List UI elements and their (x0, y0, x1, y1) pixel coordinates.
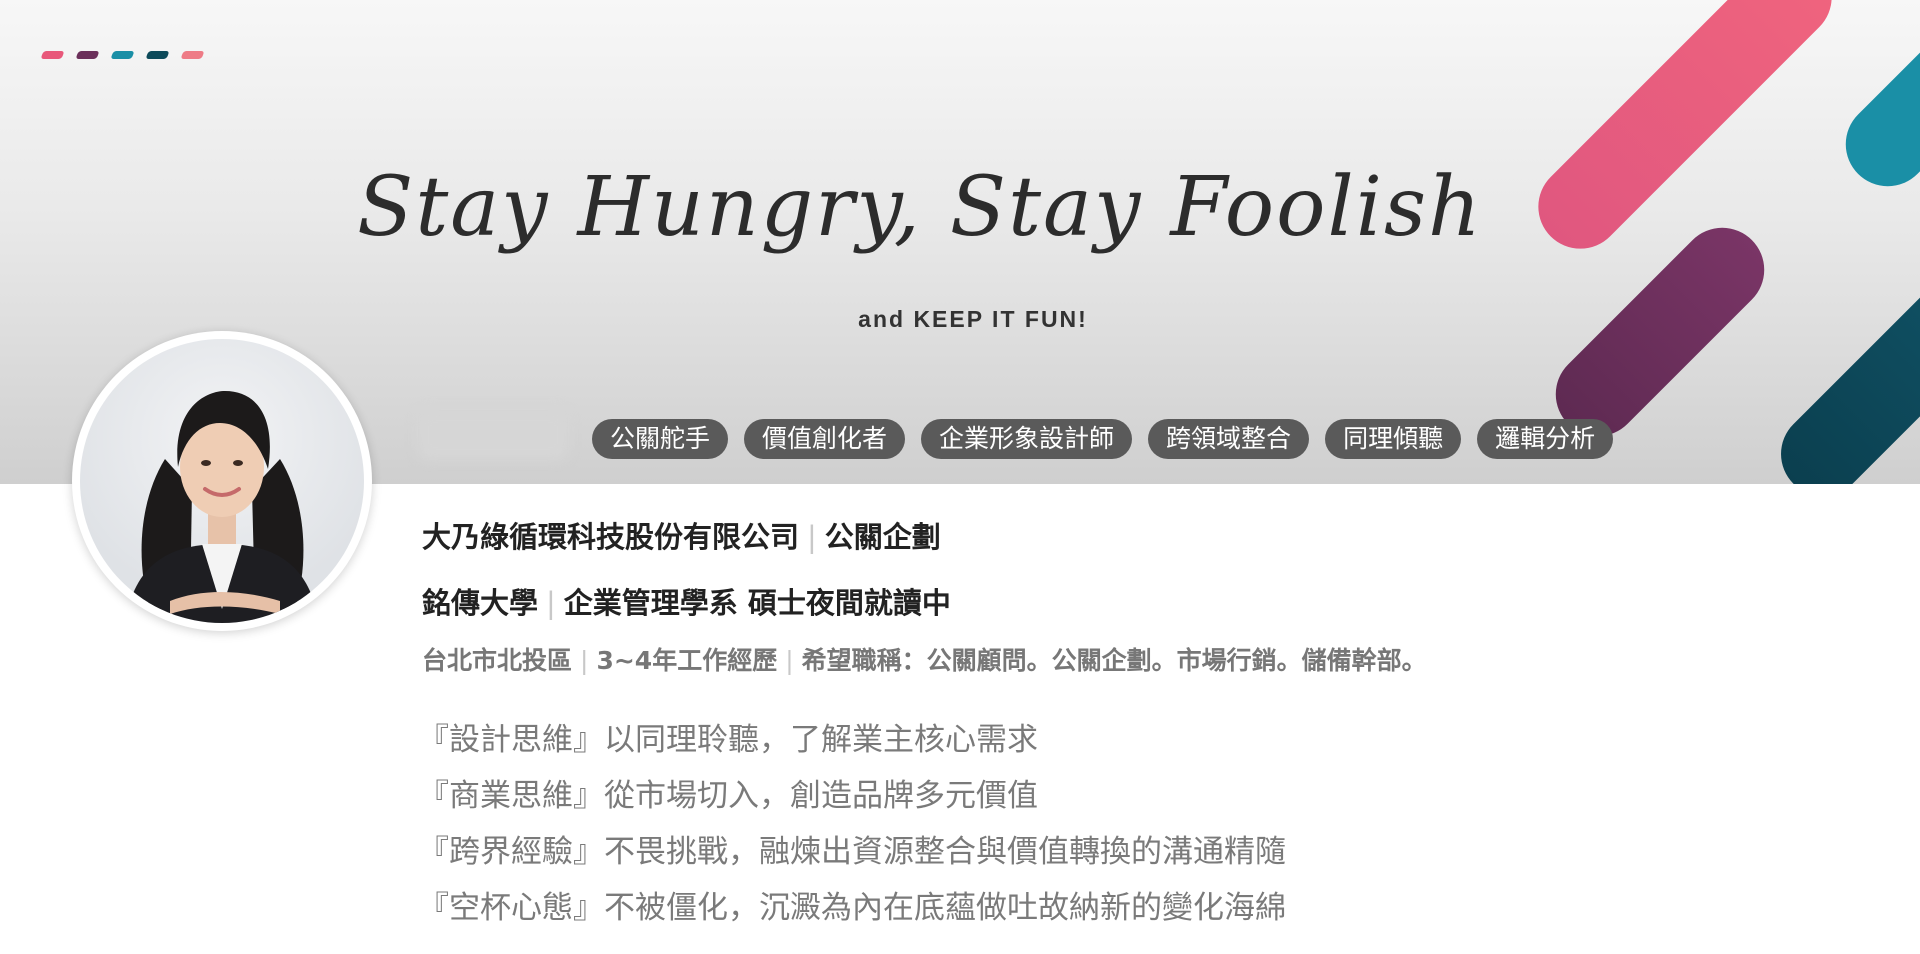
education: 銘傳大學 | 企業管理學系 碩士夜間就讀中 (422, 580, 951, 622)
motto-item: 『設計思維』以同理聆聽，了解業主核心需求 (418, 722, 1038, 758)
skill-tag: 公關舵手 (592, 419, 729, 459)
skill-tag: 價值創化者 (744, 419, 906, 459)
dot-teal (110, 51, 135, 59)
company-name: 大乃綠循環科技股份有限公司 (422, 520, 800, 554)
skill-tag: 企業形象設計師 (921, 419, 1133, 459)
job-preferences: 台北市北投區 | 3~4年工作經歷 | 希望職稱：公關顧問。公關企劃。市場行銷。儲備幹部… (422, 641, 1427, 677)
dot-plum (75, 51, 100, 59)
navy-stripe (1763, 220, 1920, 484)
experience: 3~4年工作經歷 (596, 646, 778, 675)
divider: | (580, 646, 589, 675)
motto-list: 『設計思維』以同理聆聽，了解業主核心需求 『商業思維』從市場切入，創造品牌多元價… (418, 712, 1286, 936)
profile-photo (80, 339, 364, 623)
divider: | (546, 586, 556, 620)
decorative-dots (40, 51, 205, 59)
banner-subtagline: and KEEP IT FUN! (858, 306, 1088, 332)
job-position: 公關企劃 (824, 520, 941, 554)
banner-tagline: Stay Hungry, Stay Foolish (357, 160, 1483, 255)
school-name: 銘傳大學 (422, 586, 539, 620)
department: 企業管理學系 碩士夜間就讀中 (563, 586, 951, 620)
skill-tag: 跨領域整合 (1148, 419, 1310, 459)
avatar (72, 331, 372, 631)
blurred-name (418, 410, 568, 460)
skill-tag: 邏輯分析 (1477, 419, 1614, 459)
divider: | (807, 520, 817, 554)
dot-pink (40, 51, 65, 59)
dot-coral (180, 51, 205, 59)
dot-navy (145, 51, 170, 59)
skill-tags: 公關舵手 價值創化者 企業形象設計師 跨領域整合 同理傾聽 邏輯分析 (592, 419, 1614, 459)
divider: | (785, 646, 794, 675)
motto-item: 『跨界經驗』不畏挑戰，融煉出資源整合與價值轉換的溝通精隨 (418, 834, 1286, 870)
desired-titles: 希望職稱：公關顧問。公關企劃。市場行銷。儲備幹部。 (801, 646, 1427, 675)
skill-tag: 同理傾聽 (1325, 419, 1462, 459)
motto-item: 『空杯心態』不被僵化，沉澱為內在底蘊做吐故納新的變化海綿 (418, 890, 1286, 926)
current-job: 大乃綠循環科技股份有限公司 | 公關企劃 (422, 514, 941, 556)
portrait-illustration (125, 391, 319, 623)
motto-item: 『商業思維』從市場切入，創造品牌多元價值 (418, 778, 1038, 814)
location: 台北市北投區 (422, 646, 573, 675)
